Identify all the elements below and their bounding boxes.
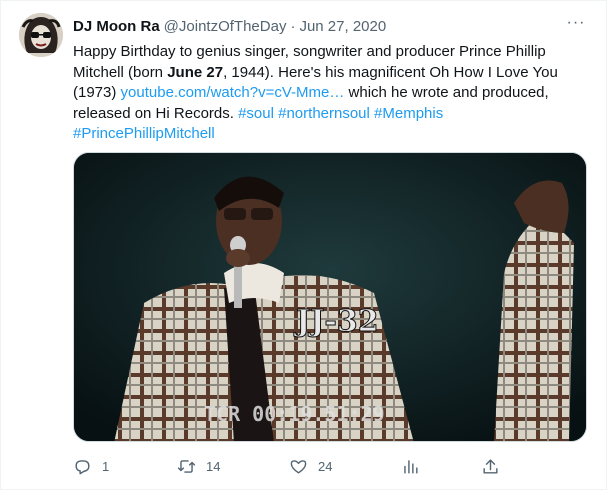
youtube-link[interactable]: youtube.com/watch?v=cV-Mme… [121, 84, 345, 101]
separator-dot: · [290, 17, 296, 35]
hashtag-memphis[interactable]: #Memphis [374, 105, 443, 122]
retweet-button[interactable]: 14 [177, 457, 220, 476]
reply-button[interactable]: 1 [73, 457, 109, 476]
share-button[interactable] [481, 457, 500, 476]
analytics-button[interactable] [401, 457, 420, 476]
avatar[interactable] [19, 13, 63, 57]
more-options-button[interactable]: ··· [566, 15, 586, 35]
more-icon: ··· [566, 14, 586, 31]
tweet-date[interactable]: Jun 27, 2020 [299, 18, 386, 35]
reply-icon [75, 459, 90, 474]
share-icon [483, 458, 498, 474]
like-count: 24 [318, 458, 333, 474]
tweet-actions: 1 14 24 [73, 454, 513, 478]
hashtag-northernsoul[interactable]: #northernsoul [278, 105, 370, 122]
tweet-header: DJ Moon Ra @JointzOfTheDay · Jun 27, 202… [73, 15, 586, 37]
tweet-text-bold-date: June 27 [167, 63, 224, 81]
tweet-text: Happy Birthday to genius singer, songwri… [73, 42, 593, 145]
author-handle[interactable]: @JointzOfTheDay [164, 18, 287, 35]
video-overlay-label: JJ-32 [293, 304, 379, 339]
heart-icon [290, 459, 307, 474]
reply-count: 1 [102, 458, 110, 474]
analytics-icon [404, 459, 418, 474]
video-still: JJ-32 TCR 00:19.51:29 [74, 153, 586, 441]
retweet-icon [177, 459, 196, 473]
hashtag-princephillipmitchell[interactable]: #PrincePhillipMitchell [73, 125, 215, 142]
video-timecode: TCR 00:19.51:29 [204, 402, 385, 426]
tweet: DJ Moon Ra @JointzOfTheDay · Jun 27, 202… [0, 0, 607, 490]
tweet-media-image[interactable]: JJ-32 TCR 00:19.51:29 [73, 152, 587, 442]
like-button[interactable]: 24 [289, 457, 332, 476]
hashtag-soul[interactable]: #soul [238, 105, 274, 122]
author-name[interactable]: DJ Moon Ra [73, 18, 160, 35]
retweet-count: 14 [206, 458, 221, 474]
